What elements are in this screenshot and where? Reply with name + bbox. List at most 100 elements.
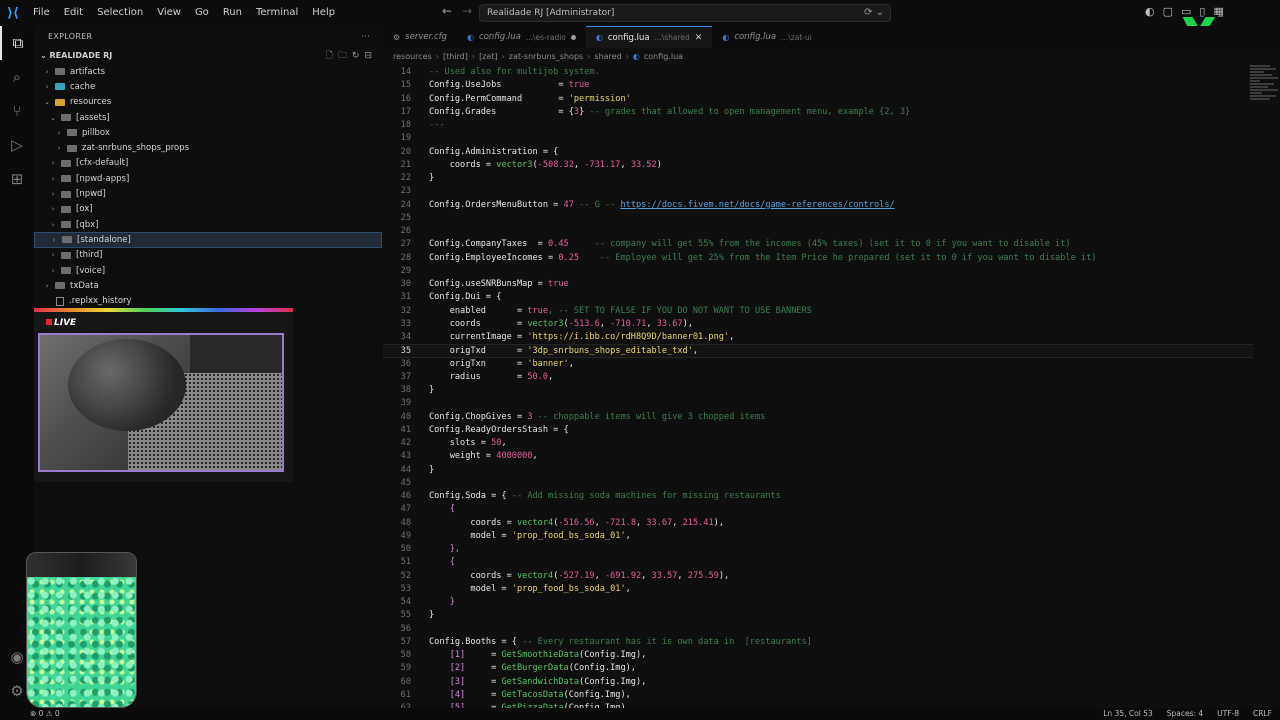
- editor-tab[interactable]: ◐ config.lua ...\zat-ui: [712, 26, 822, 48]
- code-line[interactable]: 51 {: [383, 556, 1253, 569]
- code-line[interactable]: 40 Config.ChopGives = 3 -- choppable item…: [383, 411, 1253, 424]
- tree-item[interactable]: › cache: [34, 79, 382, 94]
- code-line[interactable]: 55}: [383, 609, 1253, 622]
- code-line[interactable]: 16 Config.PermCommand = 'permission': [383, 93, 1253, 106]
- tree-item[interactable]: › [standalone]: [34, 232, 382, 248]
- tree-item[interactable]: › [npwd]: [34, 186, 382, 201]
- code-line[interactable]: 47 {: [383, 503, 1253, 516]
- code-line[interactable]: 30 Config.useSNRBunsMap = true: [383, 278, 1253, 291]
- code-line[interactable]: 28 Config.EmployeeIncomes = 0.25 -- Emplo…: [383, 252, 1253, 265]
- code-line[interactable]: 25: [383, 212, 1253, 225]
- code-line[interactable]: 37 radius = 50.0,: [383, 371, 1253, 384]
- tree-item[interactable]: › pillbox: [34, 125, 382, 140]
- code-line[interactable]: 14 -- Used also for multijob system.: [383, 66, 1253, 79]
- code-line[interactable]: 22}: [383, 172, 1253, 185]
- tree-item[interactable]: ⌄ resources: [34, 95, 382, 110]
- cursor-position[interactable]: Ln 35, Col 53: [1103, 709, 1152, 718]
- breadcrumb-item[interactable]: config.lua: [644, 52, 683, 61]
- code-line[interactable]: 19: [383, 132, 1253, 145]
- new-file-icon[interactable]: 🗋: [326, 48, 333, 64]
- code-line[interactable]: 24 Config.OrdersMenuButton = 47 -- G -- h…: [383, 199, 1253, 212]
- tree-item[interactable]: .replxx_history: [34, 293, 382, 308]
- tree-item[interactable]: › [voice]: [34, 263, 382, 278]
- line-ending[interactable]: CRLF: [1253, 709, 1272, 718]
- code-line[interactable]: 39: [383, 397, 1253, 410]
- tree-item[interactable]: › [qbx]: [34, 217, 382, 232]
- menu-help[interactable]: Help: [305, 0, 342, 26]
- code-editor[interactable]: 14 -- Used also for multijob system. 15 Con…: [383, 66, 1253, 708]
- code-line[interactable]: 46 Config.Soda = { -- Add missing soda ma…: [383, 490, 1253, 503]
- breadcrumb-item[interactable]: [third]: [443, 52, 468, 61]
- tree-item[interactable]: › [cfx-default]: [34, 156, 382, 171]
- code-line[interactable]: 32 enabled = true, -- SET TO FALSE IF YO…: [383, 305, 1253, 318]
- code-line[interactable]: 54 }: [383, 596, 1253, 609]
- toggle-primary-sidebar-icon[interactable]: ▢: [1163, 5, 1173, 18]
- menu-run[interactable]: Run: [216, 0, 249, 26]
- code-line[interactable]: 49 model = 'prop_food_bs_soda_01',: [383, 530, 1253, 543]
- code-line[interactable]: 29: [383, 265, 1253, 278]
- tree-item[interactable]: › txData: [34, 278, 382, 293]
- code-line[interactable]: 43 weight = 4000000,: [383, 450, 1253, 463]
- code-line[interactable]: 41 Config.ReadyOrdersStash = {: [383, 424, 1253, 437]
- code-line[interactable]: 23: [383, 185, 1253, 198]
- code-line[interactable]: 44}: [383, 464, 1253, 477]
- collapse-all-icon[interactable]: ⊟: [364, 48, 372, 64]
- code-line[interactable]: 42 slots = 50,: [383, 437, 1253, 450]
- code-line[interactable]: 15 Config.UseJobs = true: [383, 79, 1253, 92]
- new-folder-icon[interactable]: 🗀: [338, 48, 347, 64]
- code-line[interactable]: 56: [383, 623, 1253, 636]
- code-line[interactable]: 33 coords = vector3(-513.6, -710.71, 33.…: [383, 318, 1253, 331]
- code-line[interactable]: 58 [1] = GetSmoothieData(Config.Img),: [383, 649, 1253, 662]
- code-line[interactable]: 57 Config.Booths = { -- Every restaurant …: [383, 636, 1253, 649]
- code-line[interactable]: 34 currentImage = 'https://i.ibb.co/rdH8…: [383, 331, 1253, 344]
- back-arrow-icon[interactable]: ←: [442, 4, 452, 18]
- breadcrumb-item[interactable]: zat-snrbuns_shops: [509, 52, 583, 61]
- search-icon[interactable]: ⌕: [0, 60, 34, 94]
- code-line[interactable]: 50 },: [383, 543, 1253, 556]
- forward-arrow-icon[interactable]: →: [462, 4, 472, 18]
- minimap[interactable]: [1250, 64, 1280, 184]
- tree-item[interactable]: › [third]: [34, 248, 382, 263]
- code-line[interactable]: 18 ---: [383, 119, 1253, 132]
- indentation[interactable]: Spaces: 4: [1167, 709, 1203, 718]
- problems-indicator[interactable]: ⊗ 0 ⚠ 0: [30, 709, 60, 718]
- copilot-icon[interactable]: ⟳ ⌄: [864, 7, 884, 18]
- code-line[interactable]: 48 coords = vector4(-516.56, -721.8, 33.…: [383, 517, 1253, 530]
- menu-terminal[interactable]: Terminal: [249, 0, 305, 26]
- breadcrumb-item[interactable]: resources: [393, 52, 432, 61]
- tree-item[interactable]: › [npwd-apps]: [34, 171, 382, 186]
- code-line[interactable]: 27 Config.CompanyTaxes = 0.45 -- company …: [383, 238, 1253, 251]
- code-line[interactable]: 38}: [383, 384, 1253, 397]
- code-line[interactable]: 35 origTxd = '3dp_snrbuns_shops_editable…: [383, 344, 1253, 358]
- code-line[interactable]: 31 Config.Dui = {: [383, 291, 1253, 304]
- accounts-icon[interactable]: ◐: [1145, 5, 1155, 18]
- editor-tab[interactable]: ◐ config.lua ...\shared ✕: [585, 26, 713, 48]
- source-control-icon[interactable]: ⑂: [0, 94, 34, 128]
- more-actions-icon[interactable]: ···: [361, 26, 370, 48]
- code-line[interactable]: 20 Config.Administration = {: [383, 146, 1253, 159]
- tree-item[interactable]: ⌄ [assets]: [34, 110, 382, 125]
- code-line[interactable]: 52 coords = vector4(-527.19, -691.92, 33…: [383, 570, 1253, 583]
- menu-file[interactable]: File: [26, 0, 57, 26]
- code-line[interactable]: 60 [3] = GetSandwichData(Config.Img),: [383, 676, 1253, 689]
- menu-edit[interactable]: Edit: [57, 0, 90, 26]
- code-line[interactable]: 59 [2] = GetBurgerData(Config.Img),: [383, 662, 1253, 675]
- editor-tab[interactable]: ⚙ server.cfg: [383, 26, 458, 48]
- code-line[interactable]: 36 origTxn = 'banner',: [383, 358, 1253, 371]
- refresh-icon[interactable]: ↻: [352, 48, 360, 64]
- code-line[interactable]: 21 coords = vector3(-508.32, -731.17, 33…: [383, 159, 1253, 172]
- code-line[interactable]: 45: [383, 477, 1253, 490]
- code-line[interactable]: 61 [4] = GetTacosData(Config.Img),: [383, 689, 1253, 702]
- workspace-section-header[interactable]: ⌄ REALIDADE RJ 🗋 🗀 ↻ ⊟: [34, 48, 382, 64]
- breadcrumb-item[interactable]: [zat]: [479, 52, 497, 61]
- code-line[interactable]: 53 model = 'prop_food_bs_soda_01',: [383, 583, 1253, 596]
- run-debug-icon[interactable]: ▷: [0, 128, 34, 162]
- tree-item[interactable]: › zat-snrbuns_shops_props: [34, 140, 382, 155]
- command-center-search[interactable]: Realidade RJ [Administrator] ⟳ ⌄: [479, 4, 891, 22]
- tree-item[interactable]: › artifacts: [34, 64, 382, 79]
- encoding[interactable]: UTF-8: [1217, 709, 1239, 718]
- code-line[interactable]: 17 Config.Grades = {3} -- grades that all…: [383, 106, 1253, 119]
- extensions-icon[interactable]: ⊞: [0, 162, 34, 196]
- close-tab-icon[interactable]: ✕: [695, 33, 703, 43]
- menu-view[interactable]: View: [150, 0, 188, 26]
